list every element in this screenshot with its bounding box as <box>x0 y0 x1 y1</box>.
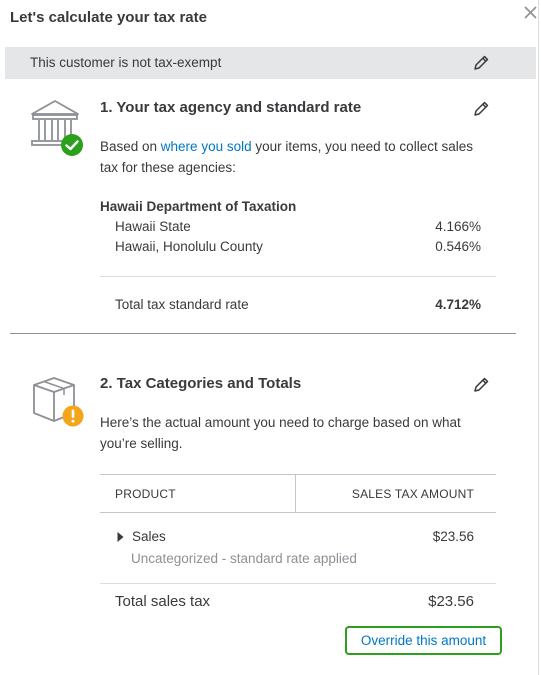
panel-edge <box>538 0 539 675</box>
product-subtext: Uncategorized - standard rate applied <box>131 551 357 566</box>
agency-desc-line2: tax for these agencies: <box>100 159 236 175</box>
agency-status-icon <box>27 97 87 157</box>
total-rate-value: 4.712% <box>435 297 481 312</box>
table-header-border <box>100 512 496 513</box>
close-icon[interactable] <box>522 4 539 21</box>
rate-label: Hawaii, Honolulu County <box>115 239 263 254</box>
tax-exempt-banner: This customer is not tax-exempt <box>5 47 536 79</box>
expand-caret-right-icon[interactable] <box>116 531 125 543</box>
table-total-divider <box>100 583 496 584</box>
table-top-border <box>100 474 496 475</box>
panel-title: Let's calculate your tax rate <box>10 9 207 26</box>
agency-description: Based on where you sold your items, you … <box>100 137 510 178</box>
categories-desc-line2: you’re selling. <box>100 435 183 451</box>
edit-categories-pencil-icon[interactable] <box>472 376 490 394</box>
tax-exempt-status: This customer is not tax-exempt <box>30 55 222 70</box>
column-header-sales-tax-amount: SALES TAX AMOUNT <box>351 487 474 501</box>
rate-value: 0.546% <box>435 239 481 254</box>
total-sales-tax-label: Total sales tax <box>115 593 211 610</box>
product-tax-amount: $23.56 <box>432 529 474 544</box>
categories-status-icon <box>28 373 88 433</box>
edit-agency-pencil-icon[interactable] <box>472 100 490 118</box>
agency-section-title: 1. Your tax agency and standard rate <box>100 99 362 116</box>
warning-alert-icon <box>62 405 84 427</box>
column-header-product: PRODUCT <box>115 487 176 501</box>
product-name[interactable]: Sales <box>132 529 166 544</box>
categories-section-title: 2. Tax Categories and Totals <box>100 375 302 392</box>
where-you-sold-link[interactable]: where you sold <box>161 139 252 154</box>
override-amount-button[interactable]: Override this amount <box>345 626 502 655</box>
edit-tax-exempt-pencil-icon[interactable] <box>472 54 490 72</box>
agency-desc-prefix: Based on <box>100 139 161 154</box>
rate-label: Hawaii State <box>115 219 191 234</box>
rate-value: 4.166% <box>435 219 481 234</box>
categories-description: Here’s the actual amount you need to cha… <box>100 413 510 454</box>
agency-desc-suffix: your items, you need to collect sales <box>251 139 473 154</box>
categories-desc-line1: Here’s the actual amount you need to cha… <box>100 415 461 430</box>
total-sales-tax-value: $23.56 <box>428 593 474 610</box>
section-divider <box>10 333 516 334</box>
success-check-icon <box>61 134 83 156</box>
rates-divider <box>100 276 496 277</box>
agency-name: Hawaii Department of Taxation <box>100 199 297 214</box>
total-rate-label: Total tax standard rate <box>115 297 249 312</box>
column-separator <box>295 475 296 513</box>
